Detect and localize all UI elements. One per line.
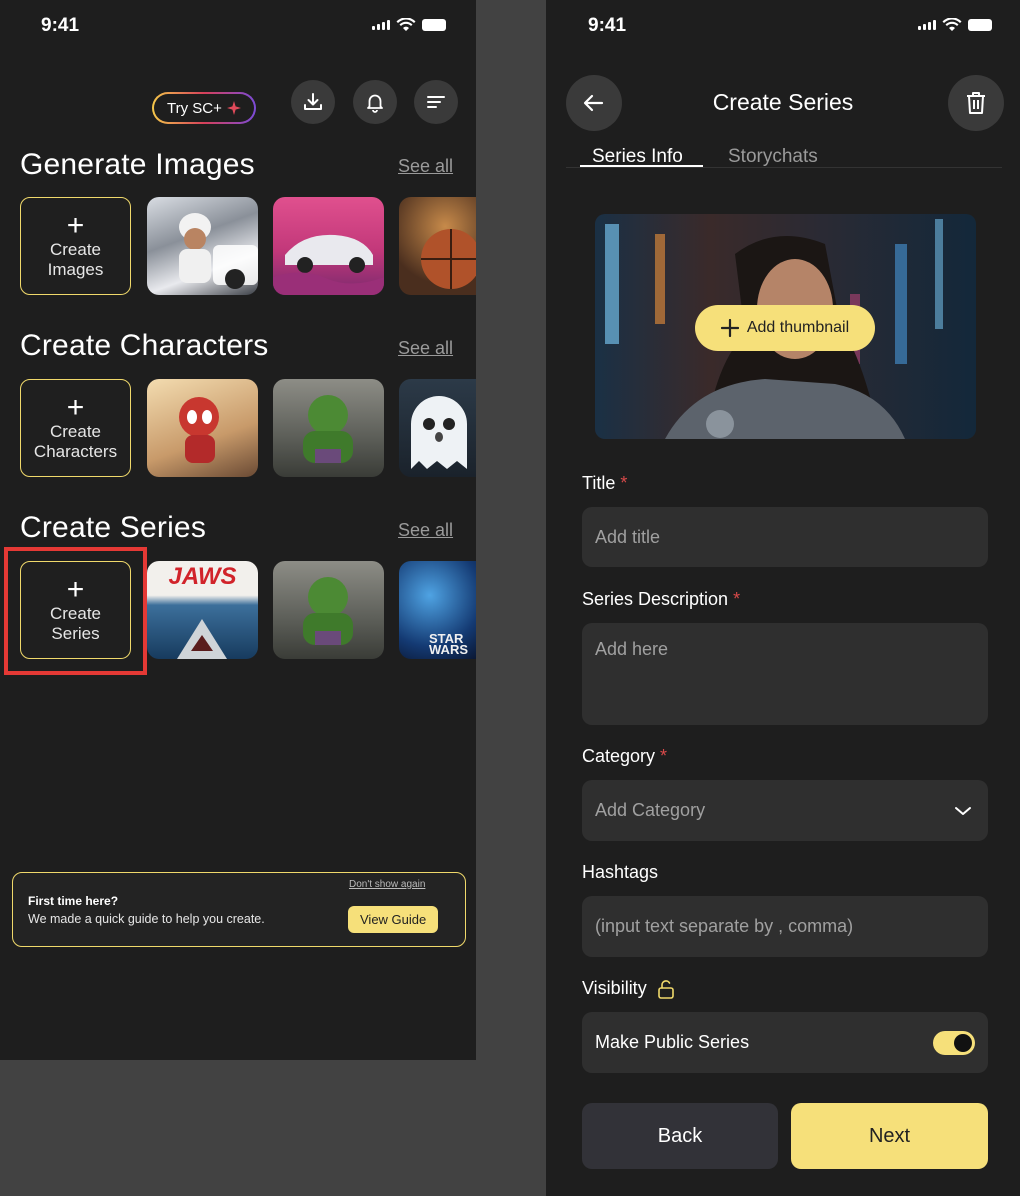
create-characters-button[interactable]: + Create Characters xyxy=(20,379,131,477)
race-car-image xyxy=(273,234,384,295)
category-label-text: Category xyxy=(582,746,656,766)
status-icons xyxy=(372,18,446,32)
add-thumbnail-label: Add thumbnail xyxy=(746,319,850,336)
character-thumbnail[interactable] xyxy=(147,379,258,477)
try-sc-plus-label: Try SC+ xyxy=(167,99,222,117)
home-screen: 9:41 Try SC+ Generate Images See all + C… xyxy=(0,0,476,1060)
signal-icon xyxy=(918,20,936,30)
see-all-series-link[interactable]: See all xyxy=(398,520,453,541)
create-characters-label-2: Characters xyxy=(33,442,118,461)
visibility-label: Visibility xyxy=(582,978,675,999)
create-images-button[interactable]: + Create Images xyxy=(20,197,131,295)
required-marker: * xyxy=(733,589,741,609)
create-characters-label-1: Create xyxy=(49,422,102,441)
hulk-character-image xyxy=(303,395,353,463)
status-icons xyxy=(918,18,992,32)
description-placeholder: Add here xyxy=(595,639,669,659)
create-series-label-1: Create xyxy=(49,604,102,623)
create-series-screen: 9:41 Create Series Series Info Storychat… xyxy=(546,0,1020,1196)
download-icon xyxy=(304,93,322,110)
title-placeholder: Add title xyxy=(595,526,661,547)
required-marker: * xyxy=(660,746,668,766)
character-thumbnail[interactable] xyxy=(273,379,384,477)
star-wars-logo-wars: WARS xyxy=(429,642,468,657)
star-wars-logo: STAR WARS xyxy=(429,632,468,657)
next-button[interactable]: Next xyxy=(791,1103,988,1169)
wifi-icon xyxy=(942,18,962,31)
sparkle-icon xyxy=(226,101,241,115)
plus-icon: + xyxy=(66,209,85,242)
dont-show-again-link[interactable]: Don't show again xyxy=(349,879,425,890)
plus-icon xyxy=(720,319,739,337)
status-time: 9:41 xyxy=(41,15,80,36)
unlock-icon xyxy=(657,979,674,999)
visibility-label-text: Visibility xyxy=(582,978,647,998)
title-label: Title * xyxy=(582,473,627,494)
signal-icon xyxy=(372,20,390,30)
delete-button[interactable] xyxy=(948,75,1004,131)
wifi-icon xyxy=(396,18,416,31)
create-images-label-2: Images xyxy=(47,260,104,279)
sort-icon xyxy=(427,96,445,108)
view-guide-button[interactable]: View Guide xyxy=(348,906,439,933)
create-series-label-2: Series xyxy=(51,624,100,643)
create-series-button[interactable]: + Create Series xyxy=(20,561,131,659)
tab-storychats[interactable]: Storychats xyxy=(728,146,818,168)
download-button[interactable] xyxy=(291,80,335,124)
required-marker: * xyxy=(620,473,628,493)
toggle-knob xyxy=(954,1033,972,1052)
plus-icon: + xyxy=(66,391,85,424)
public-series-label: Make Public Series xyxy=(595,1032,750,1052)
category-select[interactable]: Add Category xyxy=(582,780,988,841)
description-textarea[interactable]: Add here xyxy=(582,623,988,725)
plus-icon: + xyxy=(66,573,85,606)
image-thumbnail[interactable] xyxy=(273,197,384,295)
tabs-divider xyxy=(566,167,1002,168)
see-all-characters-link[interactable]: See all xyxy=(398,338,453,359)
hulk-series-image xyxy=(303,577,353,645)
boy-car-image xyxy=(179,213,258,289)
image-thumbnail[interactable] xyxy=(399,197,476,295)
section-title-create-series: Create Series xyxy=(20,511,207,544)
shark-image xyxy=(177,619,227,659)
status-time: 9:41 xyxy=(588,15,627,36)
basketball-image xyxy=(421,229,476,289)
section-title-create-characters: Create Characters xyxy=(20,329,269,362)
hashtags-placeholder: (input text separate by , comma) xyxy=(595,916,854,936)
category-label: Category * xyxy=(582,746,667,767)
add-thumbnail-button[interactable]: Add thumbnail xyxy=(695,305,875,351)
hashtags-label: Hashtags xyxy=(582,862,659,882)
public-series-row: Make Public Series xyxy=(582,1012,988,1073)
battery-icon xyxy=(968,19,992,31)
image-thumbnail[interactable] xyxy=(147,197,258,295)
back-button[interactable]: Back xyxy=(582,1103,778,1169)
try-sc-plus-button[interactable]: Try SC+ xyxy=(152,92,256,124)
description-label: Series Description * xyxy=(582,589,740,610)
bell-icon xyxy=(367,94,383,113)
sort-menu-button[interactable] xyxy=(414,80,458,124)
public-series-toggle[interactable] xyxy=(933,1030,975,1055)
spider-character-image xyxy=(179,397,219,463)
see-all-images-link[interactable]: See all xyxy=(398,156,453,177)
series-thumbnail[interactable]: JAWS xyxy=(147,561,258,659)
category-placeholder: Add Category xyxy=(595,800,706,820)
notifications-button[interactable] xyxy=(353,80,397,124)
guide-banner: Don't show again First time here? We mad… xyxy=(12,872,466,947)
character-thumbnail[interactable] xyxy=(399,379,476,477)
chevron-down-icon xyxy=(955,806,971,815)
series-thumbnail[interactable] xyxy=(273,561,384,659)
hashtags-input[interactable]: (input text separate by , comma) xyxy=(582,896,988,957)
banner-text: We made a quick guide to help you create… xyxy=(28,912,265,926)
battery-icon xyxy=(422,19,446,31)
create-images-label-1: Create xyxy=(49,240,102,259)
series-thumbnail[interactable]: STAR WARS xyxy=(399,561,476,659)
title-input[interactable]: Add title xyxy=(582,507,988,567)
trash-icon xyxy=(967,92,985,114)
description-label-text: Series Description xyxy=(582,589,729,609)
title-label-text: Title xyxy=(582,473,616,493)
banner-title: First time here? xyxy=(28,894,119,908)
section-title-generate-images: Generate Images xyxy=(20,148,255,181)
ghost-character-image xyxy=(411,396,467,469)
